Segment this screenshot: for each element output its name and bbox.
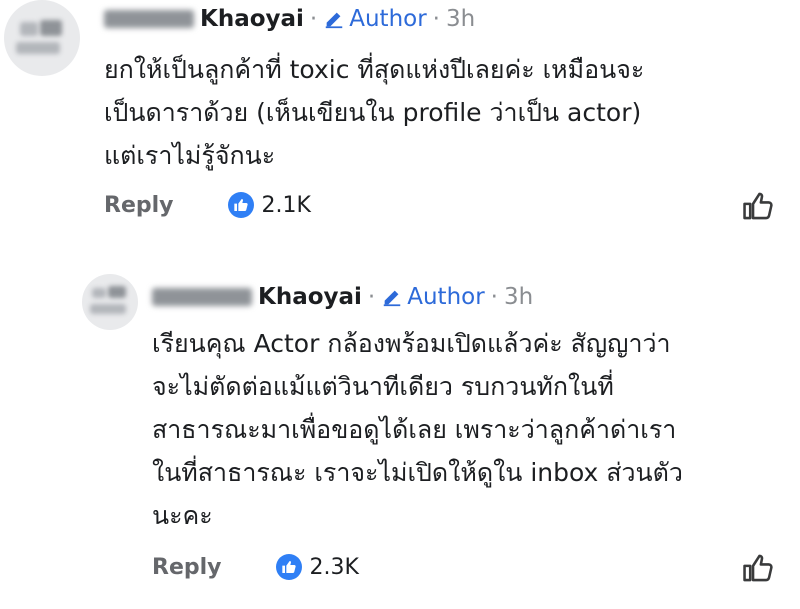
comment-line: ในที่สาธารณะ เราจะไม่เปิดให้ดูใน inbox ส…	[152, 458, 683, 487]
author-label: Author	[349, 6, 427, 32]
comment-actions: Reply 2.1K	[104, 192, 311, 218]
separator: ·	[432, 6, 440, 32]
reply-button[interactable]: Reply	[104, 193, 174, 218]
comment-line: แต่เราไม่รู้จักนะ	[104, 141, 276, 170]
thumbs-up-outline-icon[interactable]	[741, 551, 775, 585]
comment-line: เป็นดาราด้วย (เห็นเขียนใน profile ว่าเป็…	[104, 98, 642, 127]
blurred-username	[152, 288, 252, 306]
comment-2: Khaoyai · Author · 3h เรียนคุณ Actor กล้…	[0, 260, 800, 609]
blurred-username	[104, 10, 194, 28]
comment-text: ยกให้เป็นลูกค้าที่ toxic ที่สุดแห่งปีเลย…	[104, 48, 644, 177]
separator: ·	[309, 6, 318, 32]
timestamp[interactable]: 3h	[446, 6, 475, 32]
separator: ·	[367, 284, 376, 310]
comment-line: จะไม่ตัดต่อแม้แต่วินาทีเดียว รบกวนทักในท…	[152, 372, 614, 401]
username[interactable]: Khaoyai	[258, 284, 362, 310]
comment-header: Khaoyai · Author · 3h	[104, 6, 475, 32]
comment-line: ยกให้เป็นลูกค้าที่ toxic ที่สุดแห่งปีเลย…	[104, 55, 645, 84]
thumbs-up-outline-icon[interactable]	[741, 189, 775, 223]
author-badge: Author	[323, 6, 427, 32]
comment-header: Khaoyai · Author · 3h	[152, 284, 533, 310]
author-label: Author	[407, 284, 485, 310]
comment-line: นะคะ	[152, 501, 213, 530]
reaction-count: 2.3K	[309, 554, 359, 580]
comment-text: เรียนคุณ Actor กล้องพร้อมเปิดแล้วค่ะ สัญ…	[152, 322, 683, 537]
reaction-summary[interactable]: 2.3K	[275, 554, 359, 580]
reply-button[interactable]: Reply	[152, 555, 222, 580]
like-reaction-icon	[227, 192, 254, 218]
separator: ·	[490, 284, 498, 310]
like-reaction-icon	[275, 554, 302, 580]
avatar[interactable]	[82, 274, 138, 330]
comment-actions: Reply 2.3K	[152, 554, 359, 580]
reaction-summary[interactable]: 2.1K	[227, 192, 311, 218]
comment-1: Khaoyai · Author · 3h ยกให้เป็นลูกค้าที่…	[0, 0, 800, 250]
username[interactable]: Khaoyai	[200, 6, 304, 32]
reaction-count: 2.1K	[261, 192, 311, 218]
avatar[interactable]	[4, 0, 80, 76]
pencil-icon	[383, 290, 401, 307]
pencil-icon	[325, 12, 343, 29]
timestamp[interactable]: 3h	[504, 284, 533, 310]
author-badge: Author	[381, 284, 485, 310]
comment-line: สาธารณะมาเพื่อขอดูได้เลย เพราะว่าลูกค้าด…	[152, 415, 677, 444]
comment-line: เรียนคุณ Actor กล้องพร้อมเปิดแล้วค่ะ สัญ…	[152, 329, 671, 358]
